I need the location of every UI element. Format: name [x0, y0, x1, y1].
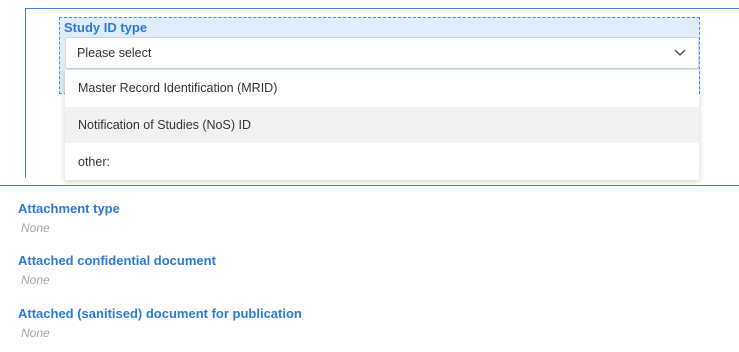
dropdown-option-other[interactable]: other: — [65, 144, 699, 180]
section-divider — [0, 185, 739, 186]
study-id-dropdown-list: Master Record Identification (MRID) Noti… — [65, 70, 699, 180]
study-id-type-select[interactable]: Please select — [65, 37, 699, 69]
attached-sanitised-document-value: None — [21, 326, 50, 340]
attachment-type-label: Attachment type — [18, 201, 120, 216]
attached-confidential-document-value: None — [21, 273, 50, 287]
attached-confidential-document-label: Attached confidential document — [18, 253, 216, 268]
chevron-down-icon — [674, 49, 686, 57]
select-placeholder: Please select — [77, 46, 152, 60]
dropdown-option-nos-id[interactable]: Notification of Studies (NoS) ID — [65, 107, 699, 143]
attached-sanitised-document-label: Attached (sanitised) document for public… — [18, 306, 302, 321]
attachment-type-value: None — [21, 221, 50, 235]
study-id-type-label: Study ID type — [64, 20, 148, 35]
dropdown-option-mrid[interactable]: Master Record Identification (MRID) — [65, 70, 699, 106]
